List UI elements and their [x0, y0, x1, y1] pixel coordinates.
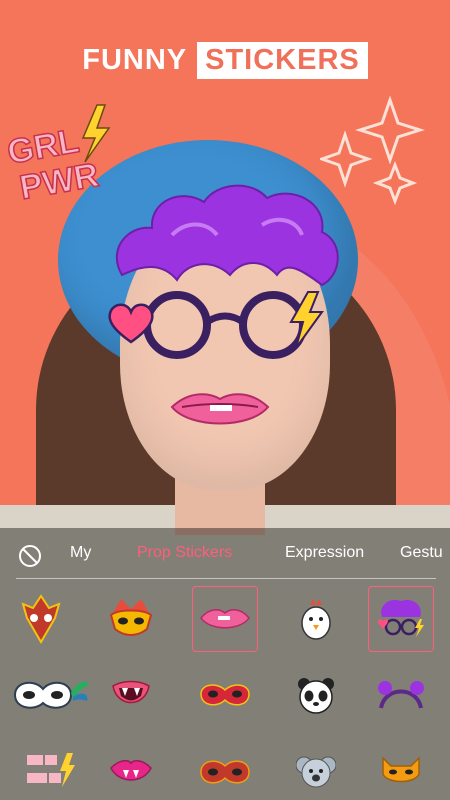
sticker-crown-mask[interactable]	[98, 586, 164, 652]
tab-gestures[interactable]: Gestu	[400, 544, 443, 562]
sticker-grid	[0, 586, 450, 800]
page-title: FUNNY STICKERS	[0, 42, 450, 79]
sticker-lips[interactable]	[192, 586, 258, 652]
vampire-mouth-icon	[112, 680, 150, 704]
sticker-headband[interactable]	[368, 662, 434, 728]
sticker-grl-pwr[interactable]	[8, 738, 94, 800]
sticker-mask[interactable]	[8, 586, 74, 652]
sticker-panda[interactable]	[283, 662, 349, 728]
heart-sticker	[108, 303, 154, 344]
red-mask-icon	[200, 684, 250, 706]
tab-expression[interactable]: Expression	[285, 544, 364, 562]
sticker-vampire-mouth[interactable]	[98, 662, 164, 728]
tab-my[interactable]: My	[70, 544, 91, 562]
crown-mask-icon	[109, 599, 153, 636]
red-eye-mask-icon	[200, 760, 250, 784]
title-part-1: FUNNY	[82, 44, 188, 76]
no-sticker-icon[interactable]	[18, 544, 42, 568]
sticker-fox-mask[interactable]	[368, 738, 434, 800]
carnival-mask-icon	[13, 681, 89, 709]
title-part-2: STICKERS	[197, 42, 368, 79]
sticker-koala[interactable]	[283, 738, 349, 800]
koala-icon	[296, 756, 336, 788]
lightning-sticker	[289, 291, 324, 349]
lips-icon	[200, 609, 250, 629]
sticker-tabs: My Prop Stickers Expression Gestu	[0, 528, 450, 578]
sticker-chicken[interactable]	[283, 586, 349, 652]
grl-pwr-icon	[27, 753, 75, 787]
sticker-carnival-mask[interactable]	[8, 662, 94, 728]
sticker-wig-glasses[interactable]	[368, 586, 434, 652]
fox-mask-icon	[382, 756, 420, 783]
sticker-fangs-lips[interactable]	[98, 738, 164, 800]
fangs-lips-icon	[110, 760, 152, 781]
mask-icon	[21, 594, 61, 644]
lips-sticker	[170, 393, 270, 425]
headband-icon	[378, 681, 424, 709]
sticker-red-mask[interactable]	[192, 662, 258, 728]
grl-pwr-sticker: GRL PWR	[5, 104, 111, 208]
panda-icon	[298, 678, 334, 714]
sticker-panel: My Prop Stickers Expression Gestu	[0, 528, 450, 800]
camera-screen: GRL PWR FUNNY STICKERS My Prop Stickers …	[0, 0, 450, 800]
sticker-red-eye-mask[interactable]	[192, 738, 258, 800]
purple-wig-sticker	[115, 184, 339, 287]
tab-prop-stickers[interactable]: Prop Stickers	[137, 544, 232, 562]
tab-divider	[16, 578, 436, 579]
wig-glasses-icon	[378, 599, 424, 637]
chicken-icon	[301, 599, 331, 640]
